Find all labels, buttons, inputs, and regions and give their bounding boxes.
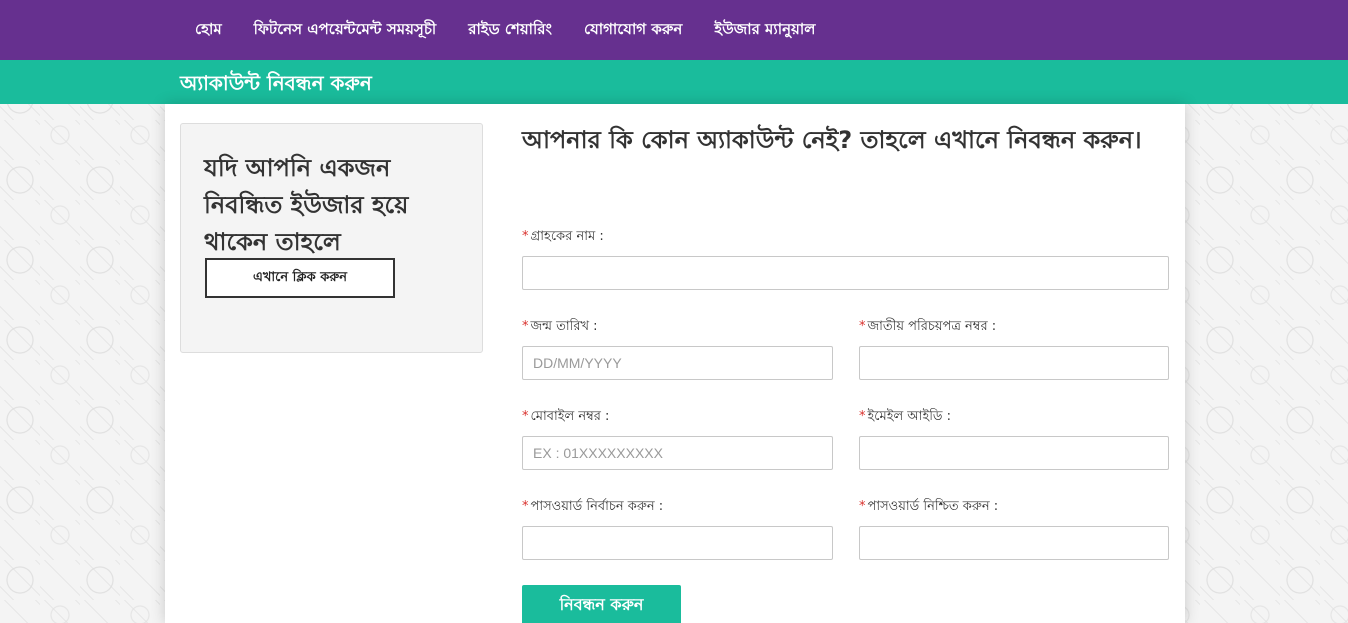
password-confirm-input[interactable]	[859, 526, 1169, 560]
customer-name-input[interactable]	[522, 256, 1169, 290]
main-content-panel: যদি আপনি একজন নিবন্ধিত ইউজার হয়ে থাকেন …	[165, 104, 1185, 623]
registration-form-title: আপনার কি কোন অ্যাকাউন্ট নেই? তাহলে এখানে…	[522, 126, 1142, 154]
nid-input[interactable]	[859, 346, 1169, 380]
page-title-bar: অ্যাকাউন্ট নিবন্ধন করুন	[0, 60, 1348, 104]
nav-item-contact: যোগাযোগ করুন	[584, 18, 682, 43]
required-marker: *	[859, 499, 866, 514]
required-marker: *	[522, 229, 529, 244]
nid-label: * জাতীয় পরিচয়পত্র নম্বর :	[859, 319, 997, 334]
nav-link-user-manual[interactable]: ইউজার ম্যানুয়াল	[714, 20, 815, 38]
mobile-input[interactable]	[522, 436, 833, 470]
page-title: অ্যাকাউন্ট নিবন্ধন করুন	[180, 71, 372, 95]
nav-menu: হোম ফিটনেস এপয়েন্টমেন্ট সময়সূচী রাইড শ…	[195, 0, 847, 60]
nav-link-fitness-schedule[interactable]: ফিটনেস এপয়েন্টমেন্ট সময়সূচী	[254, 20, 437, 38]
top-navigation-bar: হোম ফিটনেস এপয়েন্টমেন্ট সময়সূচী রাইড শ…	[0, 0, 1348, 60]
password-confirm-label: * পাসওয়ার্ড নিশ্চিত করুন :	[859, 499, 999, 514]
nav-link-contact[interactable]: যোগাযোগ করুন	[584, 20, 682, 38]
login-click-here-button[interactable]: এখানে ক্লিক করুন	[205, 258, 395, 298]
required-marker: *	[522, 319, 529, 334]
existing-user-heading: যদি আপনি একজন নিবন্ধিত ইউজার হয়ে থাকেন …	[204, 154, 409, 256]
email-label: * ইমেইল আইডি :	[859, 409, 952, 424]
required-marker: *	[859, 319, 866, 334]
nav-item-ride-sharing: রাইড শেয়ারিং	[468, 18, 552, 43]
nav-item-home: হোম	[195, 18, 222, 43]
register-submit-button[interactable]: নিবন্ধন করুন	[522, 585, 681, 623]
nav-link-ride-sharing[interactable]: রাইড শেয়ারিং	[468, 20, 552, 38]
birth-date-input[interactable]	[522, 346, 833, 380]
nav-link-home[interactable]: হোম	[195, 20, 222, 38]
required-marker: *	[522, 499, 529, 514]
customer-name-label: * গ্রাহকের নাম :	[522, 229, 604, 244]
existing-user-box: যদি আপনি একজন নিবন্ধিত ইউজার হয়ে থাকেন …	[180, 123, 483, 353]
nav-item-user-manual: ইউজার ম্যানুয়াল	[714, 18, 815, 43]
password-input[interactable]	[522, 526, 833, 560]
mobile-label: * মোবাইল নম্বর :	[522, 409, 610, 424]
email-input[interactable]	[859, 436, 1169, 470]
required-marker: *	[522, 409, 529, 424]
required-marker: *	[859, 409, 866, 424]
password-label: * পাসওয়ার্ড নির্বাচন করুন :	[522, 499, 664, 514]
nav-item-fitness-schedule: ফিটনেস এপয়েন্টমেন্ট সময়সূচী	[254, 18, 437, 43]
birth-date-label: * জন্ম তারিখ :	[522, 319, 598, 334]
